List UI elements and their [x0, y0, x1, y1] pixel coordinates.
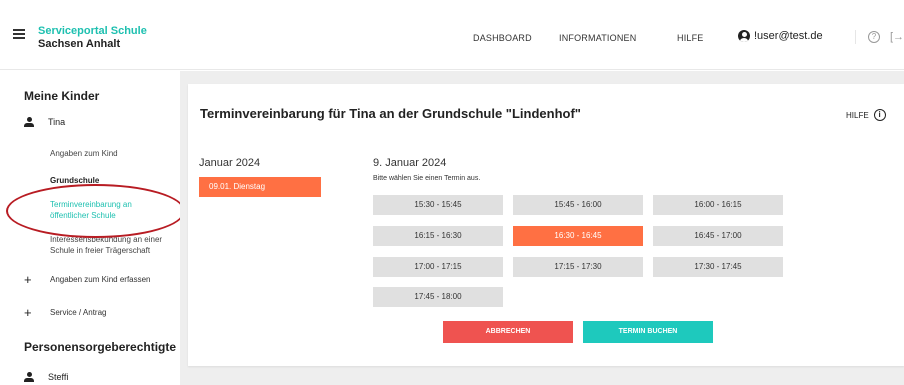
time-slot[interactable]: 16:00 - 16:15 — [653, 195, 783, 215]
sidebar-item-angaben[interactable]: Angaben zum Kind — [50, 148, 175, 159]
child-name: Tina — [48, 117, 66, 127]
person-icon — [24, 372, 34, 382]
sidebar-heading-guardians: Personensorgeberechtigte — [24, 340, 177, 354]
help-icon[interactable]: ? — [868, 31, 880, 43]
time-slot[interactable]: 15:45 - 16:00 — [513, 195, 643, 215]
time-slot[interactable]: 17:00 - 17:15 — [373, 257, 503, 277]
plus-item-label: Angaben zum Kind erfassen — [50, 275, 151, 284]
nav-dashboard[interactable]: DASHBOARD — [473, 33, 532, 43]
sidebar-heading-children: Meine Kinder — [24, 89, 100, 103]
date-hint: Bitte wählen Sie einen Termin aus. — [373, 175, 481, 182]
sidebar-item-angaben-erfassen[interactable]: + Angaben zum Kind erfassen — [24, 272, 151, 287]
card-help-button[interactable]: HILFE i — [846, 109, 886, 121]
time-slot[interactable]: 15:30 - 15:45 — [373, 195, 503, 215]
user-menu[interactable]: !user@test.de — [738, 30, 823, 42]
brand-subtitle: Sachsen Anhalt — [38, 38, 121, 50]
user-email: !user@test.de — [754, 30, 823, 42]
nav-informationen[interactable]: INFORMATIONEN — [559, 33, 636, 43]
plus-icon: + — [24, 272, 32, 287]
person-icon — [24, 117, 34, 127]
menu-icon[interactable] — [13, 29, 25, 39]
brand[interactable]: Serviceportal Schule Sachsen Anhalt — [38, 25, 147, 51]
top-bar: Serviceportal Schule Sachsen Anhalt DASH… — [0, 0, 904, 70]
time-slot[interactable]: 17:30 - 17:45 — [653, 257, 783, 277]
time-slot[interactable]: 16:45 - 17:00 — [653, 226, 783, 246]
page-title: Terminvereinbarung für Tina an der Grund… — [200, 106, 581, 121]
card-help-label: HILFE — [846, 110, 869, 120]
time-slot[interactable]: 17:15 - 17:30 — [513, 257, 643, 277]
sidebar-guardian-steffi[interactable]: Steffi — [24, 372, 68, 382]
guardian-name: Steffi — [48, 372, 69, 382]
nav-hilfe[interactable]: HILFE — [677, 33, 704, 43]
book-appointment-button[interactable]: TERMIN BUCHEN — [583, 321, 713, 343]
month-label: Januar 2024 — [199, 157, 261, 169]
user-icon — [738, 30, 750, 42]
time-slot-selected[interactable]: 16:30 - 16:45 — [513, 226, 643, 246]
annotation-ellipse — [6, 184, 185, 238]
plus-item-label: Service / Antrag — [50, 308, 107, 317]
logout-icon[interactable]: [→ — [890, 31, 904, 43]
time-slot[interactable]: 16:15 - 16:30 — [373, 226, 503, 246]
day-chip[interactable]: 09.01. Dienstag — [199, 177, 321, 197]
divider — [855, 30, 856, 44]
cancel-button[interactable]: ABBRECHEN — [443, 321, 573, 343]
date-heading: 9. Januar 2024 — [373, 157, 447, 169]
info-icon: i — [873, 109, 886, 121]
sidebar-item-service[interactable]: + Service / Antrag — [24, 305, 106, 320]
sidebar-child-tina[interactable]: Tina — [24, 117, 65, 127]
brand-title: Serviceportal Schule — [38, 25, 147, 37]
time-slot[interactable]: 17:45 - 18:00 — [373, 287, 503, 307]
plus-icon: + — [24, 305, 32, 320]
